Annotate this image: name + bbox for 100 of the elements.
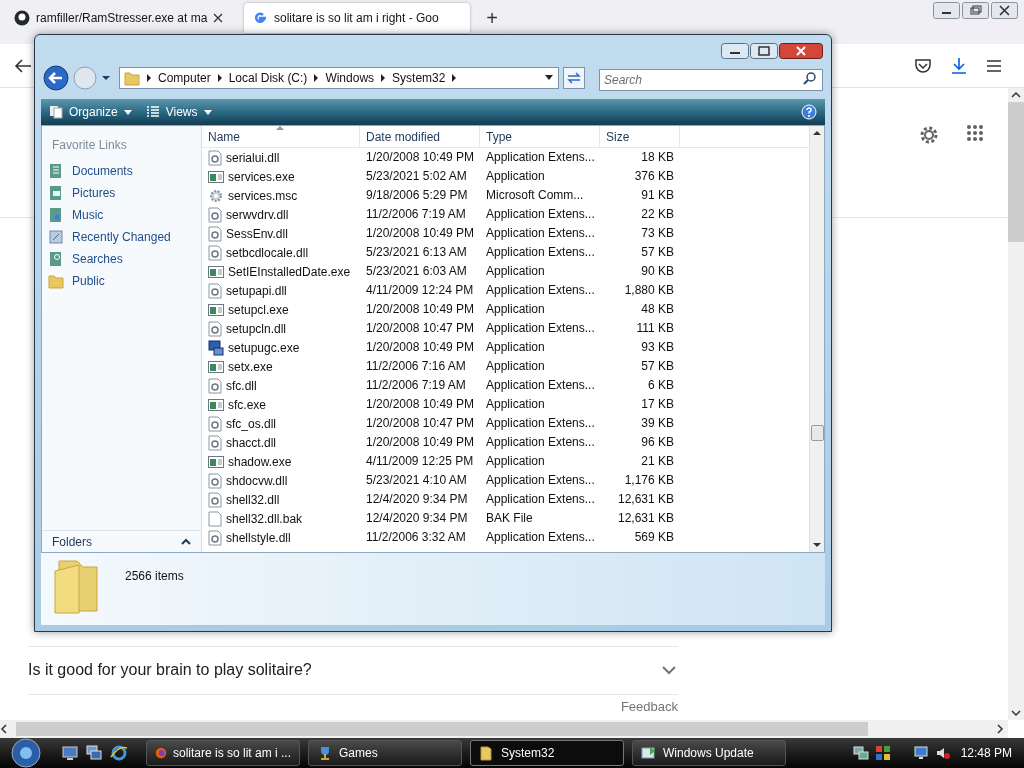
new-tab-button[interactable]: + [480, 8, 504, 28]
dropdown-arrow-icon[interactable] [101, 74, 111, 82]
favorite-link[interactable]: Music [42, 204, 201, 226]
up-arrow-icon [813, 129, 821, 137]
maximize-icon[interactable] [750, 43, 778, 59]
file-name-cell[interactable]: SetIEInstalledDate.exe [202, 262, 360, 281]
table-cell-text: 1/20/2008 10:47 PM [365, 320, 476, 337]
refresh-icon[interactable] [563, 67, 585, 89]
favorite-link[interactable]: Searches [42, 248, 201, 270]
file-name-cell[interactable]: setupcl.exe [202, 300, 360, 319]
file-name-cell[interactable]: sfc.dll [202, 376, 360, 395]
minimize-icon[interactable] [721, 43, 749, 59]
help-icon[interactable] [801, 104, 817, 120]
folders-bar[interactable]: Folders [42, 530, 201, 552]
vertical-scrollbar[interactable] [1008, 88, 1024, 720]
table-cell-text: 1/20/2008 10:49 PM [365, 149, 476, 166]
column-header[interactable]: Name [202, 126, 360, 147]
file-name-cell[interactable]: serwvdrv.dll [202, 205, 360, 224]
table-cell-text: 376 KB [633, 168, 675, 185]
close-icon[interactable] [991, 2, 1018, 19]
horizontal-scrollbar[interactable] [0, 720, 1008, 738]
address-bar[interactable]: Computer Local Disk (C:) Windows System32 [119, 67, 559, 89]
toolbar-button[interactable]: Organize [49, 103, 132, 121]
scrollbar-thumb[interactable] [16, 722, 868, 736]
file-name-cell[interactable]: shell32.dll [202, 490, 360, 509]
column-header[interactable]: Type [480, 126, 600, 147]
file-name-cell[interactable]: setx.exe [202, 357, 360, 376]
table-cell-text: Application [485, 168, 546, 185]
table-cell-text: 93 KB [640, 339, 675, 356]
browser-tab[interactable]: solitare is so lit am i right - Goo [244, 3, 470, 33]
back-arrow-icon[interactable] [14, 57, 32, 74]
file-name-cell[interactable]: setupapi.dll [202, 281, 360, 300]
favorite-link[interactable]: Pictures [42, 182, 201, 204]
file-name-cell[interactable]: services.msc [202, 186, 360, 205]
file-name-cell[interactable]: SessEnv.dll [202, 224, 360, 243]
pocket-icon[interactable] [914, 57, 932, 74]
table-cell-text: 21 KB [640, 453, 675, 470]
close-icon[interactable] [779, 43, 823, 59]
table-cell-text: 18 KB [640, 149, 675, 166]
table-cell-text: 90 KB [640, 263, 675, 280]
start-orb-icon[interactable] [8, 738, 44, 768]
download-icon[interactable] [950, 56, 968, 75]
chevron-right-icon [146, 74, 152, 82]
browser-tab[interactable]: ramfiller/RamStresser.exe at ma [6, 3, 238, 33]
scrollbar-thumb[interactable] [810, 425, 824, 441]
taskbar-button[interactable]: System32 [470, 740, 624, 766]
table-cell-text: 11/2/2006 7:19 AM [365, 377, 467, 394]
computer-icon [208, 339, 224, 356]
table-cell-text: 91 KB [640, 187, 675, 204]
breadcrumb-item[interactable]: System32 [392, 69, 446, 87]
table-cell-text: 5/23/2021 6:13 AM [365, 244, 468, 261]
feedback-link[interactable]: Feedback [620, 696, 678, 716]
favorite-link[interactable]: Public [42, 270, 201, 292]
minimize-icon[interactable] [933, 2, 960, 19]
table-cell-text: Application Extens... [485, 282, 596, 299]
question-row[interactable]: Is it good for your brain to play solitaire? [28, 646, 678, 695]
breadcrumb-item[interactable]: Local Disk (C:) [228, 69, 308, 87]
breadcrumb-item[interactable]: Windows [325, 69, 375, 87]
table-cell-text: Application Extens... [485, 225, 596, 242]
table-cell-text: 96 KB [640, 434, 675, 451]
file-name-cell[interactable]: shellstyle.dll [202, 528, 360, 547]
table-cell-text: Application [485, 263, 546, 280]
vertical-scrollbar[interactable] [809, 126, 824, 552]
desktop-icon[interactable] [62, 745, 78, 761]
scrollbar-thumb[interactable] [1008, 102, 1024, 242]
search-icon [803, 71, 817, 85]
file-name-cell[interactable]: setupugc.exe [202, 338, 360, 357]
file-name-cell[interactable]: shadow.exe [202, 452, 360, 471]
clock[interactable]: 12:48 PM [960, 744, 1012, 762]
taskbar-button[interactable]: Windows Update [632, 740, 786, 766]
file-name-cell[interactable]: sfc.exe [202, 395, 360, 414]
file-name-cell[interactable]: shell32.dll.bak [202, 509, 360, 528]
taskbar-button[interactable]: Games [308, 740, 462, 766]
window-switch-icon[interactable] [86, 745, 102, 761]
menu-icon[interactable] [986, 58, 1002, 73]
apps-grid-icon[interactable] [966, 124, 984, 142]
settings-icon[interactable] [918, 124, 940, 146]
column-header[interactable]: Size [600, 126, 680, 147]
table-cell-text: 57 KB [640, 244, 675, 261]
file-name-cell[interactable]: setupcln.dll [202, 319, 360, 338]
taskbar-button[interactable]: solitare is so lit am i ... [146, 740, 300, 766]
breadcrumb-item[interactable]: Computer [158, 69, 211, 87]
favorite-link[interactable]: Recently Changed [42, 226, 201, 248]
organize-icon [49, 105, 63, 119]
window-icon [208, 359, 224, 374]
toolbar-button[interactable]: Views [145, 103, 212, 121]
file-name-cell[interactable]: services.exe [202, 167, 360, 186]
restore-icon[interactable] [962, 2, 989, 19]
file-name-cell[interactable]: serialui.dll [202, 148, 360, 167]
file-name-cell[interactable]: shdocvw.dll [202, 471, 360, 490]
file-name-cell[interactable]: shacct.dll [202, 433, 360, 452]
question-text: Is it good for your brain to play solitaire? [28, 660, 312, 680]
table-cell-text: 12/4/2020 9:34 PM [365, 491, 469, 508]
column-header[interactable]: Date modified [360, 126, 480, 147]
folder-icon [48, 273, 64, 289]
file-name-cell[interactable]: setbcdlocale.dll [202, 243, 360, 262]
favorite-link[interactable]: Documents [42, 160, 201, 182]
search-field[interactable]: Search [599, 69, 823, 91]
table-cell-text: Application [485, 453, 546, 470]
file-name-cell[interactable]: sfc_os.dll [202, 414, 360, 433]
